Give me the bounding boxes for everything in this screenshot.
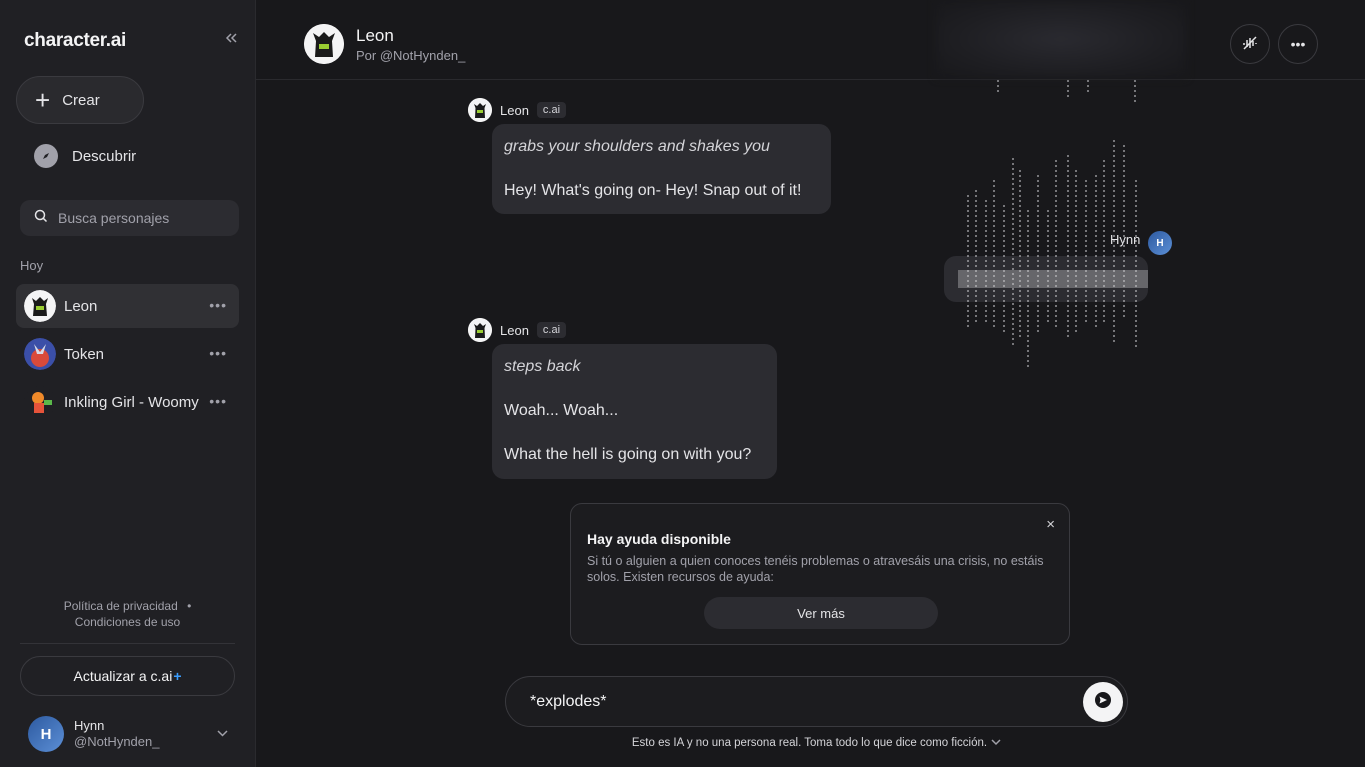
chat-item-label: Leon: [64, 297, 98, 315]
divider: [20, 643, 235, 644]
discover-label: Descubrir: [72, 147, 137, 165]
message-bubble: grabs your shoulders and shakes you Hey!…: [492, 124, 831, 214]
chat-item-leon[interactable]: Leon •••: [16, 284, 239, 328]
search-icon: [34, 209, 48, 228]
more-icon: •••: [1290, 36, 1306, 52]
create-button[interactable]: + Crear: [16, 76, 144, 124]
profile-name: Hynn: [74, 718, 105, 733]
help-description: Si tú o alguien a quien conoces tenéis p…: [587, 554, 1044, 584]
sidebar: character.ai + Crear Descubrir Hoy Leon …: [0, 0, 256, 767]
chat-item-label: Token: [64, 345, 105, 363]
collapse-sidebar-icon[interactable]: [222, 31, 240, 49]
avatar: H: [1148, 231, 1172, 255]
message-text: Woah... Woah...: [504, 402, 619, 419]
message-header: Leon c.ai: [468, 98, 567, 122]
character-creator[interactable]: Por @NotHynden_: [356, 48, 465, 63]
create-label: Crear: [62, 91, 100, 109]
character-name: Leon: [356, 26, 394, 45]
chat-item-label: Inkling Girl - Woomy: [64, 393, 199, 411]
avatar: [24, 386, 56, 418]
message-input[interactable]: [530, 690, 1070, 714]
ai-badge: c.ai: [536, 322, 567, 338]
message-text: Hey! What's going on- Hey! Snap out of i…: [504, 182, 802, 199]
sender-name: Hynn: [1110, 232, 1141, 247]
chevron-down-icon[interactable]: [991, 737, 1001, 749]
privacy-link[interactable]: Política de privacidad: [64, 599, 178, 613]
search-box: [20, 200, 239, 236]
help-title: Hay ayuda disponible: [587, 531, 731, 547]
separator: •: [187, 599, 192, 613]
search-input[interactable]: [58, 210, 228, 226]
ai-disclaimer: Esto es IA y no una persona real. Toma t…: [505, 737, 1128, 749]
chat-item-token[interactable]: Token •••: [16, 332, 239, 376]
send-icon: [1095, 691, 1111, 713]
more-icon[interactable]: •••: [209, 297, 227, 313]
message-bubble: steps back Woah... Woah... What the hell…: [492, 344, 777, 479]
voice-icon: [1242, 35, 1258, 54]
close-icon[interactable]: ×: [1046, 516, 1055, 533]
upgrade-button[interactable]: Actualizar a c.ai +: [20, 656, 235, 696]
send-button[interactable]: [1083, 682, 1123, 722]
more-options-button[interactable]: •••: [1278, 24, 1318, 64]
logo: character.ai: [24, 30, 127, 51]
chevron-down-icon: [217, 725, 228, 740]
blurred-overlay: [936, 0, 1186, 78]
section-today: Hoy: [20, 258, 44, 273]
more-icon[interactable]: •••: [209, 345, 227, 361]
chat-item-inkling-girl[interactable]: Inkling Girl - Woomy •••: [16, 380, 239, 424]
avatar: [24, 338, 56, 370]
action-text: steps back: [504, 358, 581, 375]
message-header: Leon c.ai: [468, 318, 567, 342]
message-composer: [505, 676, 1128, 727]
plus-badge: +: [173, 668, 182, 684]
message-text: What the hell is going on with you?: [504, 446, 752, 463]
footer-links: Política de privacidad • Condiciones de …: [20, 598, 235, 630]
avatar: [468, 98, 492, 122]
upgrade-label: Actualizar a c.ai: [73, 668, 173, 684]
see-more-button[interactable]: Ver más: [704, 597, 938, 629]
avatar: H: [28, 716, 64, 752]
more-icon[interactable]: •••: [209, 393, 227, 409]
avatar: [468, 318, 492, 342]
profile-menu[interactable]: H Hynn @NotHynden_: [28, 716, 238, 752]
ai-badge: c.ai: [536, 102, 567, 118]
character-avatar[interactable]: [304, 24, 344, 64]
help-card: Hay ayuda disponible Si tú o alguien a q…: [570, 503, 1070, 645]
compass-icon: [34, 144, 58, 168]
profile-handle: @NotHynden_: [74, 734, 160, 749]
discover-link[interactable]: Descubrir: [22, 136, 136, 176]
disclaimer-text: Esto es IA y no una persona real. Toma t…: [631, 737, 988, 749]
sender-name: Leon: [500, 322, 529, 338]
action-text: grabs your shoulders and shakes you: [504, 138, 770, 155]
plus-icon: +: [35, 85, 51, 115]
terms-link[interactable]: Condiciones de uso: [75, 615, 180, 629]
glitch-text-overlay: [958, 80, 1148, 380]
sender-name: Leon: [500, 102, 529, 118]
chat-list: Leon ••• Token ••• Inkling Girl - Woomy …: [16, 284, 239, 428]
voice-button[interactable]: [1230, 24, 1270, 64]
chat-header: Leon Por @NotHynden_ •••: [256, 0, 1365, 80]
avatar: [24, 290, 56, 322]
